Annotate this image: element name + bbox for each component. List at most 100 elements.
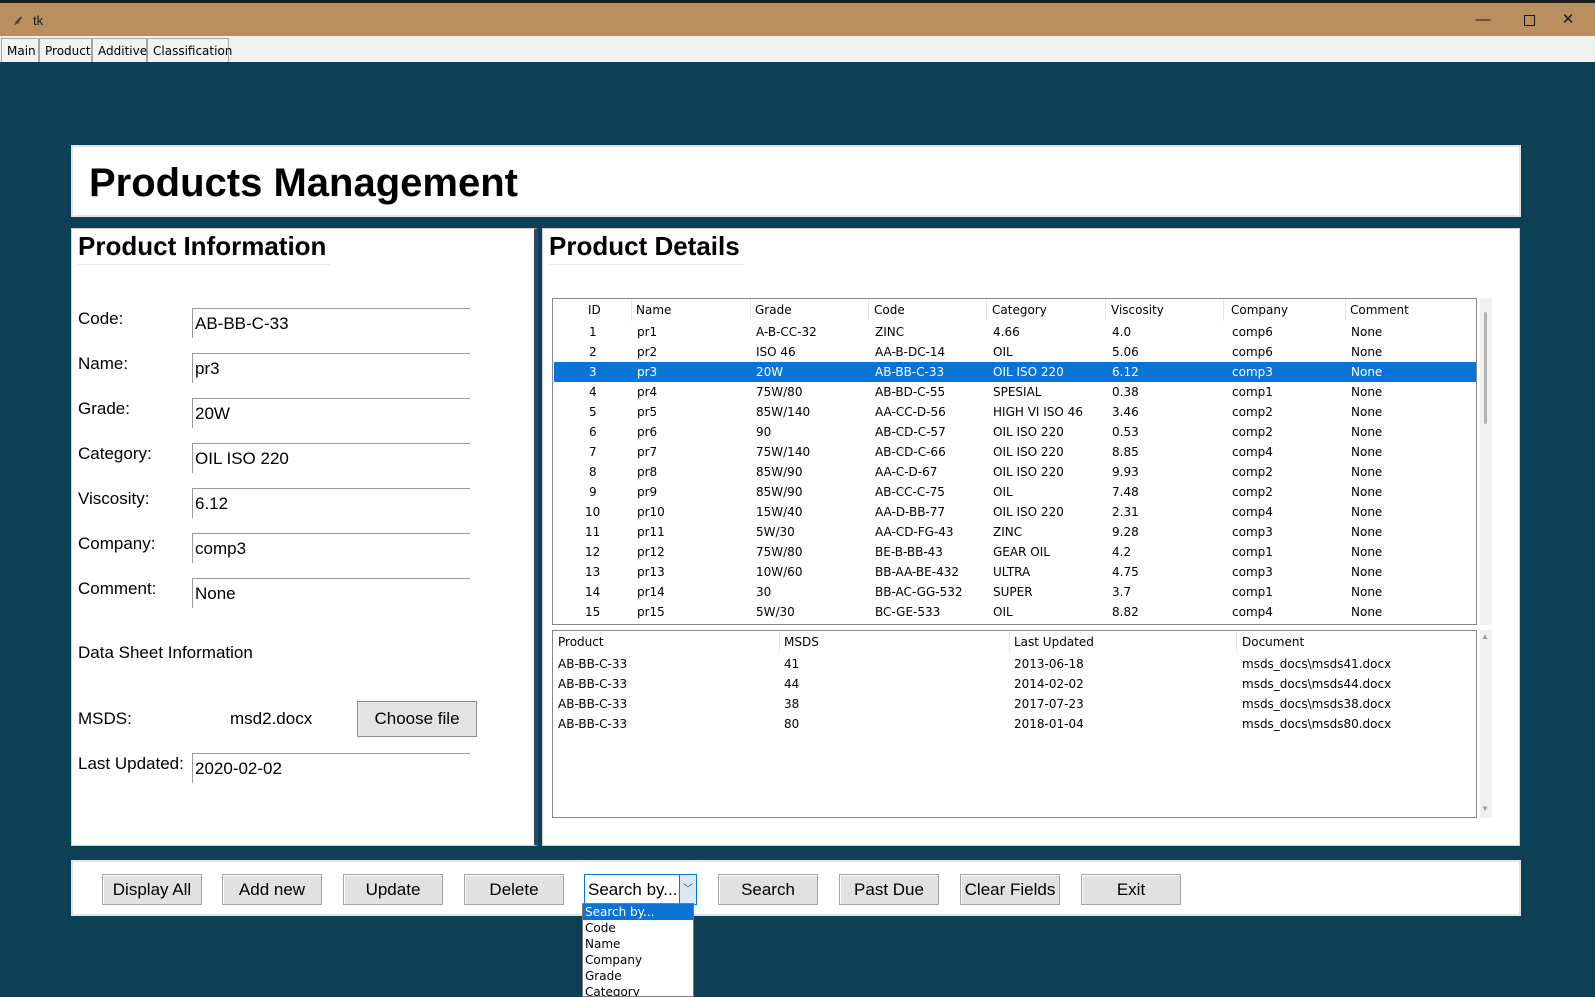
display-all-button[interactable]: Display All	[102, 874, 202, 905]
cell-viscosity: 4.75	[1112, 565, 1139, 579]
delete-button[interactable]: Delete	[464, 874, 564, 905]
column-header-id[interactable]: ID	[588, 303, 601, 317]
table-row[interactable]: 9 pr9 85W/90 AB-CC-C-75 OIL 7.48 comp2 None	[554, 482, 1476, 502]
grade-field[interactable]	[192, 398, 470, 428]
cell-id: 6	[589, 425, 597, 439]
cell-document: msds_docs\msds80.docx	[1242, 717, 1392, 731]
cell-name: pr6	[637, 425, 658, 439]
table-row[interactable]: AB-BB-C-33 80 2018-01-04 msds_docs\msds80.d…	[554, 714, 1476, 734]
table-row[interactable]: AB-BB-C-33 44 2014-02-02 msds_docs\msds44.d…	[554, 674, 1476, 694]
table-row[interactable]: 5 pr5 85W/140 AA-CC-D-56 HIGH VI ISO 46 3.46 c…	[554, 402, 1476, 422]
clear-fields-button[interactable]: Clear Fields	[960, 874, 1060, 905]
cell-product: AB-BB-C-33	[558, 717, 628, 731]
column-header-product[interactable]: Product	[558, 635, 604, 649]
products-scrollbar[interactable]	[1480, 298, 1492, 625]
minimize-button[interactable]: —	[1460, 3, 1506, 36]
exit-button[interactable]: Exit	[1081, 874, 1181, 905]
search-button[interactable]: Search	[718, 874, 818, 905]
update-button[interactable]: Update	[343, 874, 443, 905]
cell-name: pr10	[637, 505, 665, 519]
toolbar-panel: Display All Add new Update Delete Search…	[71, 860, 1521, 916]
dropdown-option[interactable]: Grade	[583, 968, 693, 984]
dropdown-option[interactable]: Search by...	[583, 904, 693, 920]
scroll-down-icon[interactable]: ▼	[1481, 804, 1489, 813]
table-row[interactable]: 3 pr3 20W AB-BB-C-33 OIL ISO 220 6.12 comp3 Non…	[554, 362, 1476, 382]
tab-additive[interactable]: Additive	[92, 38, 147, 62]
add-new-button[interactable]: Add new	[222, 874, 322, 905]
cell-company: comp3	[1232, 565, 1273, 579]
table-row[interactable]: 11 pr11 5W/30 AA-CD-FG-43 ZINC 9.28 comp3 None	[554, 522, 1476, 542]
table-row[interactable]: 8 pr8 85W/90 AA-C-D-67 OIL ISO 220 9.93 comp2 N…	[554, 462, 1476, 482]
maximize-icon	[1523, 14, 1535, 26]
column-header-document[interactable]: Document	[1242, 635, 1304, 649]
column-header-category[interactable]: Category	[992, 303, 1047, 317]
chevron-down-icon[interactable]: ﹀	[679, 875, 696, 904]
search-by-dropdown-list[interactable]: Search by... Code Name Company Grade Category	[582, 903, 694, 997]
search-by-combobox[interactable]: Search by... ﹀	[584, 874, 697, 905]
comment-field[interactable]	[192, 578, 470, 608]
dropdown-option[interactable]: Category	[583, 984, 693, 996]
column-header-msds[interactable]: MSDS	[784, 635, 819, 649]
dropdown-option[interactable]: Company	[583, 952, 693, 968]
cell-comment: None	[1351, 505, 1383, 519]
cell-grade: 75W/80	[756, 385, 803, 399]
tab-main[interactable]: Main	[1, 38, 39, 62]
table-row[interactable]: 12 pr12 75W/80 BE-B-BB-43 GEAR OIL 4.2 comp1 No…	[554, 542, 1476, 562]
table-row[interactable]: 6 pr6 90 AB-CD-C-57 OIL ISO 220 0.53 comp2 None	[554, 422, 1476, 442]
column-header-grade[interactable]: Grade	[755, 303, 792, 317]
table-row[interactable]: 2 pr2 ISO 46 AA-B-DC-14 OIL 5.06 comp6 None	[554, 342, 1476, 362]
code-field[interactable]	[192, 308, 470, 338]
column-header-viscosity[interactable]: Viscosity	[1111, 303, 1164, 317]
comment-label: Comment:	[78, 579, 157, 598]
table-row[interactable]: 4 pr4 75W/80 AB-BD-C-55 SPESIAL 0.38 comp1 None	[554, 382, 1476, 402]
cell-code: AA-B-DC-14	[875, 345, 946, 359]
dropdown-option[interactable]: Code	[583, 920, 693, 936]
scroll-up-icon[interactable]: ▲	[1481, 632, 1489, 641]
datasheets-scrollbar[interactable]: ▲ ▼	[1480, 630, 1492, 818]
cell-company: comp4	[1232, 605, 1273, 619]
cell-product: AB-BB-C-33	[558, 677, 628, 691]
datasheets-table[interactable]: Product MSDS Last Updated Document AB-BB…	[552, 630, 1477, 818]
choose-file-button[interactable]: Choose file	[357, 701, 477, 737]
cell-msds: 80	[784, 717, 800, 731]
table-row[interactable]: 10 pr10 15W/40 AA-D-BB-77 OIL ISO 220 2.31 com…	[554, 502, 1476, 522]
column-header-comment[interactable]: Comment	[1350, 303, 1409, 317]
table-row[interactable]: AB-BB-C-33 38 2017-07-23 msds_docs\msds38.d…	[554, 694, 1476, 714]
dropdown-option[interactable]: Name	[583, 936, 693, 952]
products-scrollbar-thumb[interactable]	[1484, 312, 1487, 424]
company-field[interactable]	[192, 533, 470, 563]
name-field[interactable]	[192, 353, 470, 383]
category-field[interactable]	[192, 443, 470, 473]
cell-code: AA-C-D-67	[875, 465, 938, 479]
column-header-name[interactable]: Name	[636, 303, 671, 317]
past-due-button[interactable]: Past Due	[839, 874, 939, 905]
cell-name: pr15	[637, 605, 665, 619]
cell-id: 4	[589, 385, 597, 399]
table-row[interactable]: 15 pr15 5W/30 BC-GE-533 OIL 8.82 comp4 None	[554, 602, 1476, 622]
cell-id: 13	[585, 565, 601, 579]
cell-company: comp2	[1232, 425, 1273, 439]
table-row[interactable]: AB-BB-C-33 41 2013-06-18 msds_docs\msds41.d…	[554, 654, 1476, 674]
cell-company: comp2	[1232, 405, 1273, 419]
products-table[interactable]: ID Name Grade Code Category Viscosity Co…	[552, 298, 1477, 625]
column-header-company[interactable]: Company	[1231, 303, 1288, 317]
datasheets-table-header: Product MSDS Last Updated Document	[553, 631, 1476, 654]
code-label: Code:	[78, 309, 124, 328]
cell-code: AB-BB-C-33	[875, 365, 945, 379]
cell-name: pr3	[637, 365, 658, 379]
viscosity-field[interactable]	[192, 488, 470, 518]
close-button[interactable]: ✕	[1545, 3, 1591, 36]
tab-classification[interactable]: Classification	[147, 38, 232, 62]
last-updated-field[interactable]	[192, 753, 470, 783]
table-row[interactable]: 13 pr13 10W/60 BB-AA-BE-432 ULTRA 4.75 comp3 No…	[554, 562, 1476, 582]
column-header-last-updated[interactable]: Last Updated	[1014, 635, 1094, 649]
cell-viscosity: 8.85	[1112, 445, 1139, 459]
column-header-code[interactable]: Code	[874, 303, 905, 317]
table-row[interactable]: 14 pr14 30 BB-AC-GG-532 SUPER 3.7 comp1 None	[554, 582, 1476, 602]
table-row[interactable]: 7 pr7 75W/140 AB-CD-C-66 OIL ISO 220 8.85 comp…	[554, 442, 1476, 462]
tab-product[interactable]: Product	[39, 38, 92, 62]
table-row[interactable]: 1 pr1 A-B-CC-32 ZINC 4.66 4.0 comp6 None	[554, 322, 1476, 342]
cell-comment: None	[1351, 605, 1383, 619]
cell-name: pr11	[637, 525, 665, 539]
cell-name: pr5	[637, 405, 658, 419]
